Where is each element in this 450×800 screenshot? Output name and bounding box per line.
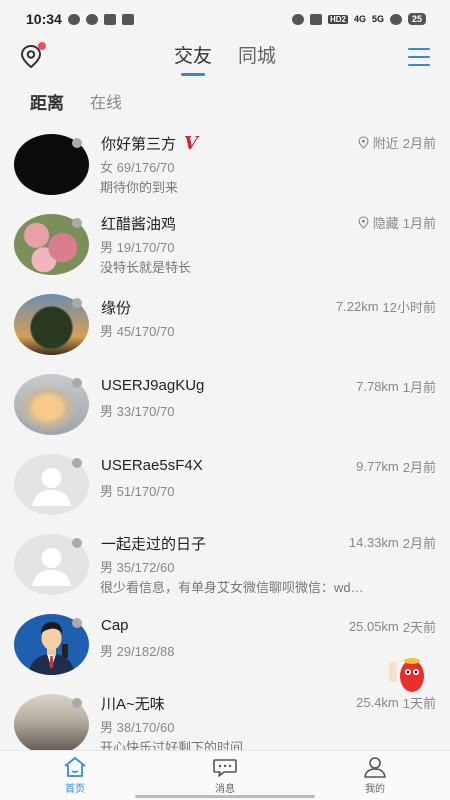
user-info: 男 29/182/88 [100,644,175,659]
user-name: USERJ9agKUg [101,377,205,394]
user-name: 川A~无味 [101,696,165,713]
user-info: 男 51/170/70 [100,484,175,499]
user-bio: 很少看信息，有单身艾女微信聊呗微信：wd… [100,580,364,595]
location-pin-icon [358,216,369,229]
user-list-item[interactable]: Cap 25.05km 2天前 男 29/182/88 [0,604,450,684]
user-info: 男 45/170/70 [100,324,175,339]
user-info: 女 69/176/70 [100,160,175,175]
user-list-item[interactable]: 缘份 7.22km 12小时前 男 45/170/70 [0,284,450,364]
offline-dot [72,618,82,628]
menu-icon[interactable] [408,48,430,66]
notification-dot [38,42,46,50]
status-bar: 10:34 HD2 4G 5G 25 [0,0,450,38]
user-last-active: 2月前 [402,460,436,475]
location-pin-icon [358,136,369,149]
video-icon [103,13,116,25]
hd-badge: HD2 [327,14,348,24]
user-list: 你好第三方 V 附近 2月前 女 69/176/70 期待你的到来 红醋酱油鸡 … [0,124,450,752]
user-bio: 期待你的到来 [100,180,179,195]
alarm-icon [291,13,304,25]
offline-dot [72,138,82,148]
status-time: 10:34 [26,11,62,27]
vip-badge: V [184,133,198,154]
home-indicator [135,795,315,798]
user-bio: 没特长就是特长 [100,260,192,275]
sub-tabs: 距离 在线 [0,78,450,124]
user-distance: 7.78km [356,379,399,394]
user-name: USERae5sF4X [101,457,203,474]
user-last-active: 12小时前 [382,300,436,315]
signal-4g: 4G [353,14,366,24]
user-icon [364,757,386,778]
nav-profile-label: 我的 [365,784,385,795]
user-last-active: 1月前 [402,216,436,231]
home-icon [64,757,86,777]
user-distance: 14.33km [348,535,399,550]
offline-dot [72,378,82,388]
user-name: 你好第三方 [101,136,177,153]
user-info: 男 35/172/60 [100,560,175,575]
offline-dot [72,458,82,468]
user-name: 红醋酱油鸡 [101,216,177,233]
user-info: 男 19/170/70 [100,240,175,255]
mail-icon [121,13,134,25]
user-location: 隐藏 [372,216,399,231]
offline-dot [72,698,82,708]
nav-messages[interactable]: 消息 [150,751,300,800]
user-list-item[interactable]: 一起走过的日子 14.33km 2月前 男 35/172/60 很少看信息，有单… [0,524,450,604]
user-name: 一起走过的日子 [101,536,207,553]
user-list-item[interactable]: 川A~无味 25.4km 1天前 男 38/170/60 开心快乐过好剩下的时间 [0,684,450,752]
message-icon [85,13,98,25]
offline-dot [72,298,82,308]
user-last-active: 2月前 [402,136,436,151]
tab-same-city[interactable]: 同城 [238,41,276,76]
subtab-online[interactable]: 在线 [90,89,122,113]
nav-home-label: 首页 [65,784,85,795]
user-name: 缘份 [101,300,132,317]
mascot-icon [389,658,424,692]
tab-friends[interactable]: 交友 [174,41,212,76]
user-location: 附近 [372,136,399,151]
user-distance: 25.4km [356,695,399,710]
user-last-active: 2月前 [402,536,436,551]
user-distance: 25.05km [348,619,399,634]
offline-dot [72,538,82,548]
chat-icon [213,759,237,777]
notification-icon [67,13,80,25]
subtab-distance[interactable]: 距离 [30,89,64,114]
user-last-active: 2天前 [402,620,436,635]
vibrate-icon [309,13,322,25]
nav-messages-label: 消息 [215,784,235,795]
nav-home[interactable]: 首页 [0,751,150,800]
battery-icon: 25 [407,13,426,25]
wifi-icon [389,13,402,25]
location-button[interactable] [18,42,46,72]
bottom-nav: 首页 消息 我的 [0,750,450,800]
user-last-active: 1月前 [402,380,436,395]
user-list-item[interactable]: USERJ9agKUg 7.78km 1月前 男 33/170/70 [0,364,450,444]
user-info: 男 38/170/60 [100,720,175,735]
offline-dot [72,218,82,228]
user-list-item[interactable]: 红醋酱油鸡 隐藏 1月前 男 19/170/70 没特长就是特长 [0,204,450,284]
nav-profile[interactable]: 我的 [300,751,450,800]
top-bar: 交友 同城 [0,38,450,78]
user-list-item[interactable]: 你好第三方 V 附近 2月前 女 69/176/70 期待你的到来 [0,124,450,204]
user-distance: 9.77km [356,459,399,474]
user-info: 男 33/170/70 [100,404,175,419]
user-list-item[interactable]: USERae5sF4X 9.77km 2月前 男 51/170/70 [0,444,450,524]
user-name: Cap [101,617,129,634]
floating-mascot-button[interactable] [386,650,432,696]
user-distance: 7.22km [335,299,379,314]
signal-5g: 5G [371,14,384,24]
